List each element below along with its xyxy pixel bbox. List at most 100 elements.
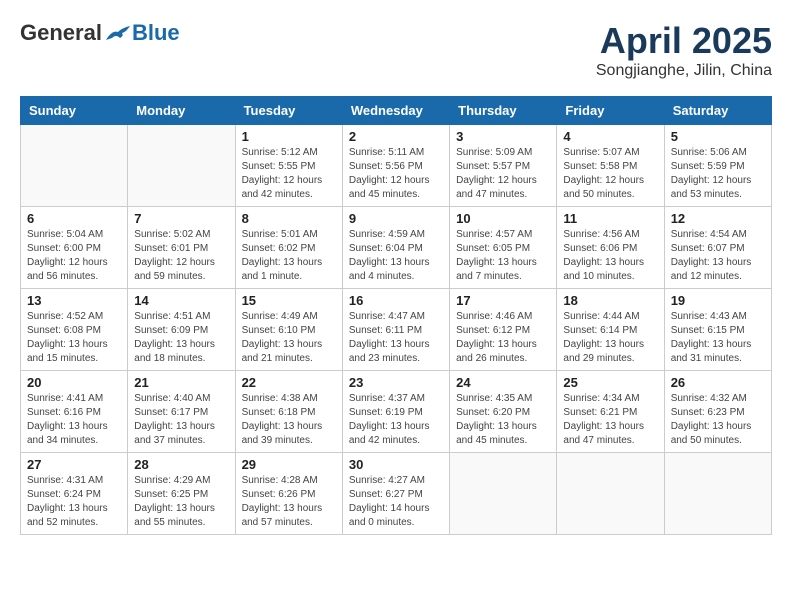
table-row: 1 Sunrise: 5:12 AM Sunset: 5:55 PM Daylig… xyxy=(235,125,342,207)
month-title: April 2025 xyxy=(596,20,772,62)
day-info: Sunrise: 4:52 AM Sunset: 6:08 PM Dayligh… xyxy=(27,310,121,366)
table-row: 5 Sunrise: 5:06 AM Sunset: 5:59 PM Daylig… xyxy=(664,125,771,207)
day-number: 23 xyxy=(349,375,443,390)
logo-bird-icon xyxy=(104,22,132,44)
day-number: 20 xyxy=(27,375,121,390)
day-number: 29 xyxy=(242,457,336,472)
table-row: 9 Sunrise: 4:59 AM Sunset: 6:04 PM Daylig… xyxy=(342,207,449,289)
day-info: Sunrise: 4:54 AM Sunset: 6:07 PM Dayligh… xyxy=(671,228,765,284)
logo: General Blue xyxy=(20,20,180,46)
day-info: Sunrise: 4:47 AM Sunset: 6:11 PM Dayligh… xyxy=(349,310,443,366)
day-info: Sunrise: 4:56 AM Sunset: 6:06 PM Dayligh… xyxy=(563,228,657,284)
day-number: 28 xyxy=(134,457,228,472)
day-number: 15 xyxy=(242,293,336,308)
day-info: Sunrise: 5:01 AM Sunset: 6:02 PM Dayligh… xyxy=(242,228,336,284)
table-row: 28 Sunrise: 4:29 AM Sunset: 6:25 PM Dayli… xyxy=(128,453,235,535)
table-row: 19 Sunrise: 4:43 AM Sunset: 6:15 PM Dayli… xyxy=(664,289,771,371)
day-info: Sunrise: 5:12 AM Sunset: 5:55 PM Dayligh… xyxy=(242,146,336,202)
day-number: 26 xyxy=(671,375,765,390)
col-wednesday: Wednesday xyxy=(342,97,449,125)
day-number: 14 xyxy=(134,293,228,308)
title-section: April 2025 Songjianghe, Jilin, China xyxy=(596,20,772,80)
col-monday: Monday xyxy=(128,97,235,125)
calendar-week-row: 13 Sunrise: 4:52 AM Sunset: 6:08 PM Dayli… xyxy=(21,289,772,371)
day-info: Sunrise: 4:35 AM Sunset: 6:20 PM Dayligh… xyxy=(456,392,550,448)
logo-general-text: General xyxy=(20,20,102,46)
table-row: 29Sunrise: 4:28 AM Sunset: 6:26 PM Dayli… xyxy=(235,453,342,535)
day-number: 4 xyxy=(563,129,657,144)
table-row xyxy=(450,453,557,535)
table-row: 18 Sunrise: 4:44 AM Sunset: 6:14 PM Dayli… xyxy=(557,289,664,371)
col-sunday: Sunday xyxy=(21,97,128,125)
day-info: Sunrise: 4:32 AM Sunset: 6:23 PM Dayligh… xyxy=(671,392,765,448)
day-info: Sunrise: 4:37 AM Sunset: 6:19 PM Dayligh… xyxy=(349,392,443,448)
day-number: 9 xyxy=(349,211,443,226)
logo-blue-text: Blue xyxy=(132,20,180,46)
day-info: Sunrise: 5:09 AM Sunset: 5:57 PM Dayligh… xyxy=(456,146,550,202)
day-number: 30 xyxy=(349,457,443,472)
day-info: Sunrise: 4:38 AM Sunset: 6:18 PM Dayligh… xyxy=(242,392,336,448)
table-row: 8Sunrise: 5:01 AM Sunset: 6:02 PM Daylig… xyxy=(235,207,342,289)
day-info: Sunrise: 4:27 AM Sunset: 6:27 PM Dayligh… xyxy=(349,474,443,530)
day-info: Sunrise: 4:29 AM Sunset: 6:25 PM Dayligh… xyxy=(134,474,228,530)
table-row: 2 Sunrise: 5:11 AM Sunset: 5:56 PM Daylig… xyxy=(342,125,449,207)
table-row: 7Sunrise: 5:02 AM Sunset: 6:01 PM Daylig… xyxy=(128,207,235,289)
day-number: 27 xyxy=(27,457,121,472)
day-info: Sunrise: 5:02 AM Sunset: 6:01 PM Dayligh… xyxy=(134,228,228,284)
calendar-week-row: 6Sunrise: 5:04 AM Sunset: 6:00 PM Daylig… xyxy=(21,207,772,289)
day-number: 22 xyxy=(242,375,336,390)
table-row: 11 Sunrise: 4:56 AM Sunset: 6:06 PM Dayli… xyxy=(557,207,664,289)
table-row xyxy=(21,125,128,207)
table-row: 20 Sunrise: 4:41 AM Sunset: 6:16 PM Dayli… xyxy=(21,371,128,453)
table-row: 26 Sunrise: 4:32 AM Sunset: 6:23 PM Dayli… xyxy=(664,371,771,453)
day-number: 10 xyxy=(456,211,550,226)
col-tuesday: Tuesday xyxy=(235,97,342,125)
calendar-week-row: 20 Sunrise: 4:41 AM Sunset: 6:16 PM Dayli… xyxy=(21,371,772,453)
day-info: Sunrise: 4:43 AM Sunset: 6:15 PM Dayligh… xyxy=(671,310,765,366)
day-info: Sunrise: 5:04 AM Sunset: 6:00 PM Dayligh… xyxy=(27,228,121,284)
location-subtitle: Songjianghe, Jilin, China xyxy=(596,62,772,80)
day-info: Sunrise: 4:34 AM Sunset: 6:21 PM Dayligh… xyxy=(563,392,657,448)
col-saturday: Saturday xyxy=(664,97,771,125)
day-number: 11 xyxy=(563,211,657,226)
day-number: 12 xyxy=(671,211,765,226)
day-number: 21 xyxy=(134,375,228,390)
table-row: 16Sunrise: 4:47 AM Sunset: 6:11 PM Dayli… xyxy=(342,289,449,371)
day-info: Sunrise: 4:31 AM Sunset: 6:24 PM Dayligh… xyxy=(27,474,121,530)
day-info: Sunrise: 4:59 AM Sunset: 6:04 PM Dayligh… xyxy=(349,228,443,284)
table-row: 22 Sunrise: 4:38 AM Sunset: 6:18 PM Dayli… xyxy=(235,371,342,453)
day-info: Sunrise: 4:40 AM Sunset: 6:17 PM Dayligh… xyxy=(134,392,228,448)
table-row: 14 Sunrise: 4:51 AM Sunset: 6:09 PM Dayli… xyxy=(128,289,235,371)
table-row xyxy=(128,125,235,207)
day-number: 1 xyxy=(242,129,336,144)
day-number: 2 xyxy=(349,129,443,144)
table-row: 17Sunrise: 4:46 AM Sunset: 6:12 PM Dayli… xyxy=(450,289,557,371)
table-row: 3Sunrise: 5:09 AM Sunset: 5:57 PM Daylig… xyxy=(450,125,557,207)
day-info: Sunrise: 5:06 AM Sunset: 5:59 PM Dayligh… xyxy=(671,146,765,202)
day-info: Sunrise: 5:11 AM Sunset: 5:56 PM Dayligh… xyxy=(349,146,443,202)
table-row: 4 Sunrise: 5:07 AM Sunset: 5:58 PM Daylig… xyxy=(557,125,664,207)
day-number: 19 xyxy=(671,293,765,308)
table-row: 6Sunrise: 5:04 AM Sunset: 6:00 PM Daylig… xyxy=(21,207,128,289)
day-info: Sunrise: 4:41 AM Sunset: 6:16 PM Dayligh… xyxy=(27,392,121,448)
table-row: 15 Sunrise: 4:49 AM Sunset: 6:10 PM Dayli… xyxy=(235,289,342,371)
table-row xyxy=(664,453,771,535)
day-info: Sunrise: 4:51 AM Sunset: 6:09 PM Dayligh… xyxy=(134,310,228,366)
day-info: Sunrise: 4:57 AM Sunset: 6:05 PM Dayligh… xyxy=(456,228,550,284)
day-number: 18 xyxy=(563,293,657,308)
day-number: 13 xyxy=(27,293,121,308)
table-row: 24 Sunrise: 4:35 AM Sunset: 6:20 PM Dayli… xyxy=(450,371,557,453)
table-row: 23 Sunrise: 4:37 AM Sunset: 6:19 PM Dayli… xyxy=(342,371,449,453)
day-number: 5 xyxy=(671,129,765,144)
day-info: Sunrise: 5:07 AM Sunset: 5:58 PM Dayligh… xyxy=(563,146,657,202)
table-row: 10 Sunrise: 4:57 AM Sunset: 6:05 PM Dayli… xyxy=(450,207,557,289)
calendar-week-row: 1 Sunrise: 5:12 AM Sunset: 5:55 PM Daylig… xyxy=(21,125,772,207)
day-number: 24 xyxy=(456,375,550,390)
day-info: Sunrise: 4:46 AM Sunset: 6:12 PM Dayligh… xyxy=(456,310,550,366)
day-number: 25 xyxy=(563,375,657,390)
day-info: Sunrise: 4:49 AM Sunset: 6:10 PM Dayligh… xyxy=(242,310,336,366)
col-friday: Friday xyxy=(557,97,664,125)
calendar-table: Sunday Monday Tuesday Wednesday Thursday… xyxy=(20,96,772,535)
day-info: Sunrise: 4:44 AM Sunset: 6:14 PM Dayligh… xyxy=(563,310,657,366)
table-row: 30 Sunrise: 4:27 AM Sunset: 6:27 PM Dayli… xyxy=(342,453,449,535)
